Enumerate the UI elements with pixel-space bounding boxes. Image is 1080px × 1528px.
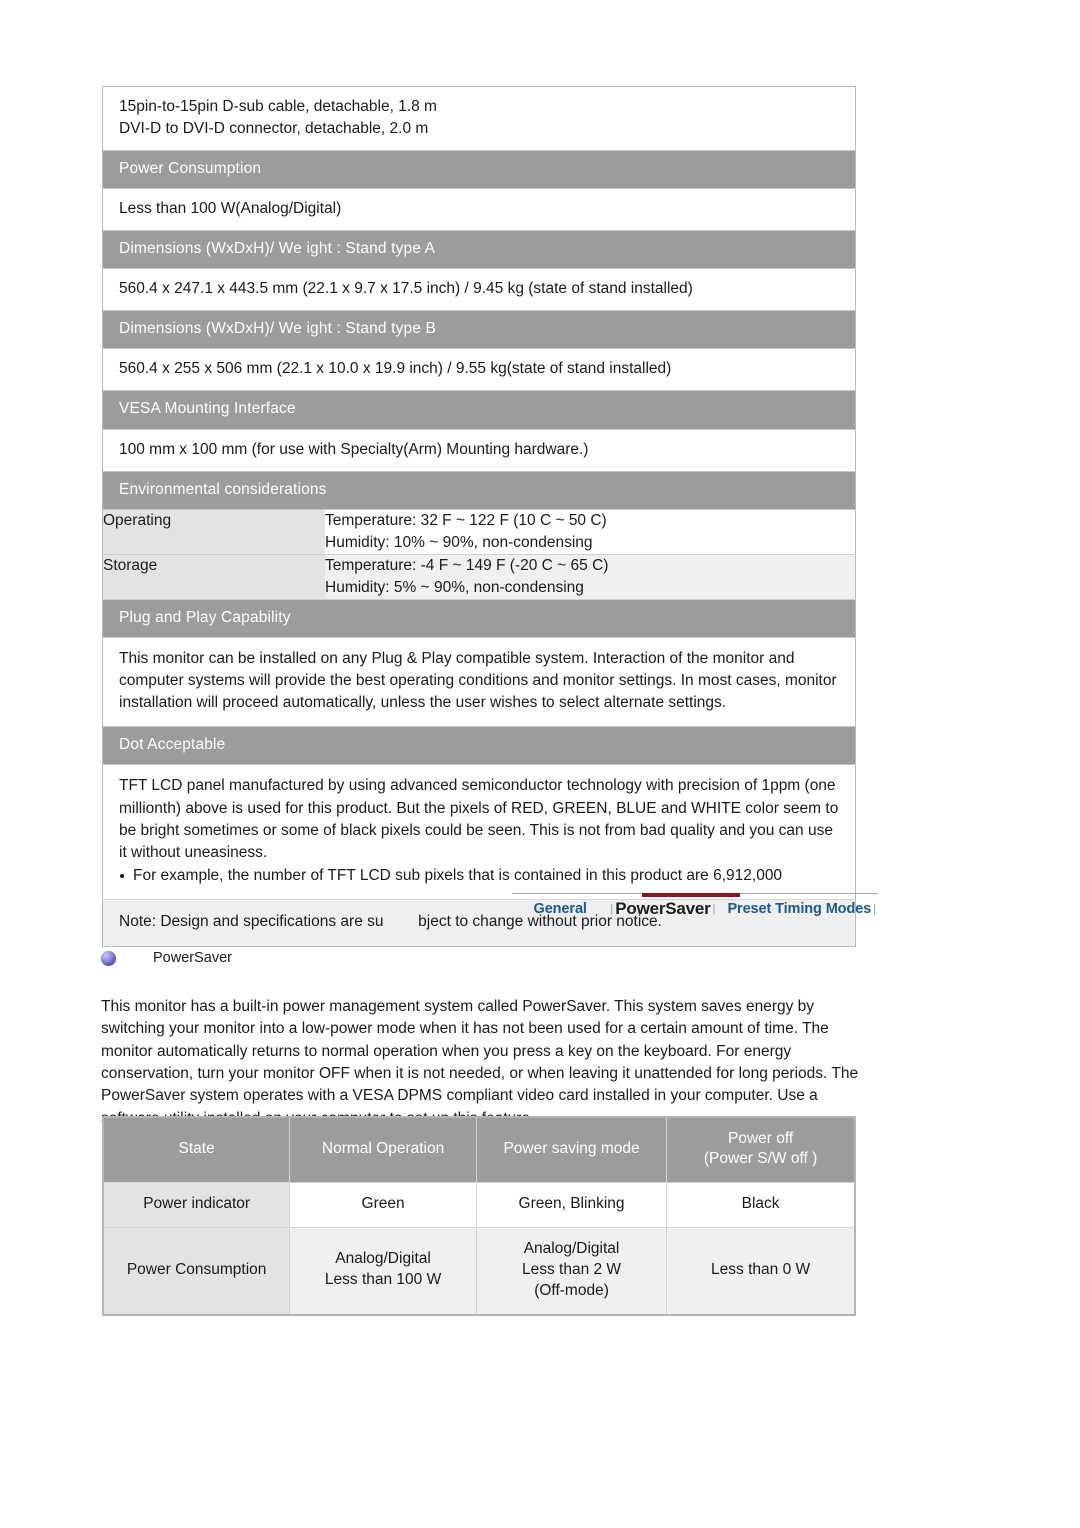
operating-label: Operating xyxy=(102,509,325,555)
operating-humidity: Humidity: 10% ~ 90%, non-condensing xyxy=(325,533,593,551)
cell-line: Less than 2 W xyxy=(521,1260,622,1278)
document-page: 15pin-to-15pin D-sub cable, detachable, … xyxy=(0,0,1080,1528)
specifications-table: 15pin-to-15pin D-sub cable, detachable, … xyxy=(102,86,856,947)
powersaver-intro-paragraph: This monitor has a built-in power manage… xyxy=(101,998,859,1127)
column-header-state: State xyxy=(103,1117,291,1183)
table-row: Plug and Play Capability xyxy=(102,598,856,638)
table-header-row: State Normal Operation Power saving mode… xyxy=(103,1117,855,1183)
section-header-power-consumption: Power Consumption xyxy=(102,149,856,190)
storage-temperature: Temperature: -4 F ~ 149 F (-20 C ~ 65 C) xyxy=(325,556,609,574)
sphere-bullet-icon xyxy=(101,950,116,966)
table-row: Environmental considerations xyxy=(102,470,856,510)
operating-value: Temperature: 32 F ~ 122 F (10 C ~ 50 C) … xyxy=(325,509,856,555)
column-header-power-off-line-1: Power off xyxy=(727,1130,794,1147)
table-row: Storage Temperature: -4 F ~ 149 F (-20 C… xyxy=(102,554,856,600)
table-row: This monitor can be installed on any Plu… xyxy=(102,637,856,727)
section-header-dot-acceptable: Dot Acceptable xyxy=(102,726,856,766)
bullet-dot-icon xyxy=(120,874,124,879)
table-row: Dimensions (WxDxH)/ We ight : Stand type… xyxy=(102,230,856,270)
section-header-dimensions-b: Dimensions (WxDxH)/ We ight : Stand type… xyxy=(102,310,856,350)
dot-acceptable-bullet-text: For example, the number of TFT LCD sub p… xyxy=(133,867,783,885)
tab-list: General | PowerSaver | Preset Timing Mod… xyxy=(512,899,878,919)
cable-spec-cell: 15pin-to-15pin D-sub cable, detachable, … xyxy=(102,86,856,151)
table-row: 560.4 x 247.1 x 443.5 mm (22.1 x 9.7 x 1… xyxy=(102,268,856,311)
section-header-vesa: VESA Mounting Interface xyxy=(102,390,856,430)
cell-power-indicator-saving: Green, Blinking xyxy=(476,1181,668,1228)
section-heading-powersaver: PowerSaver xyxy=(101,950,232,966)
cell-line: Analog/Digital xyxy=(523,1239,620,1257)
table-row: Power Consumption Analog/Digital Less th… xyxy=(103,1226,855,1315)
table-row: 560.4 x 255 x 506 mm (22.1 x 10.0 x 19.9… xyxy=(102,348,856,391)
powersaver-table: State Normal Operation Power saving mode… xyxy=(102,1116,856,1316)
power-consumption-value: Less than 100 W(Analog/Digital) xyxy=(102,188,856,231)
tab-separator: | xyxy=(610,903,614,915)
tab-preset-timing-modes[interactable]: Preset Timing Modes xyxy=(717,901,871,917)
cell-power-consumption-normal: Analog/Digital Less than 100 W xyxy=(289,1226,477,1315)
table-row: TFT LCD panel manufactured by using adva… xyxy=(102,764,856,900)
storage-label: Storage xyxy=(102,554,325,600)
tab-separator: | xyxy=(712,903,716,915)
table-row: Power Consumption xyxy=(102,149,856,190)
cell-line: (Off-mode) xyxy=(534,1281,609,1299)
table-row: Operating Temperature: 32 F ~ 122 F (10 … xyxy=(102,509,856,555)
dimensions-b-value: 560.4 x 255 x 506 mm (22.1 x 10.0 x 19.9… xyxy=(102,348,856,391)
dot-acceptable-bullet-item: For example, the number of TFT LCD sub p… xyxy=(119,865,839,887)
cell-power-consumption-saving: Analog/Digital Less than 2 W (Off-mode) xyxy=(476,1226,668,1315)
cell-line: Less than 100 W xyxy=(324,1271,442,1289)
table-row: Power indicator Green Green, Blinking Bl… xyxy=(103,1181,855,1228)
section-header-plug-and-play: Plug and Play Capability xyxy=(102,598,856,638)
dimensions-a-value: 560.4 x 247.1 x 443.5 mm (22.1 x 9.7 x 1… xyxy=(102,268,856,311)
column-header-power-off: Power off (Power S/W off ) xyxy=(666,1117,855,1183)
column-header-power-saving-mode: Power saving mode xyxy=(476,1117,668,1183)
operating-temperature: Temperature: 32 F ~ 122 F (10 C ~ 50 C) xyxy=(325,511,607,529)
tab-general[interactable]: General xyxy=(512,901,608,917)
column-header-normal-operation: Normal Operation xyxy=(289,1117,477,1183)
note-text-part-1: Note: Design and specifications are su xyxy=(119,913,384,931)
section-header-environmental: Environmental considerations xyxy=(102,470,856,510)
table-row: 15pin-to-15pin D-sub cable, detachable, … xyxy=(102,86,856,151)
storage-humidity: Humidity: 5% ~ 90%, non-condensing xyxy=(325,578,584,596)
table-row: 100 mm x 100 mm (for use with Specialty(… xyxy=(102,429,856,472)
vesa-value: 100 mm x 100 mm (for use with Specialty(… xyxy=(102,429,856,472)
cell-line: Analog/Digital xyxy=(335,1250,431,1268)
cell-power-indicator-normal: Green xyxy=(289,1181,477,1228)
column-header-power-off-line-2: (Power S/W off ) xyxy=(703,1150,818,1168)
storage-value: Temperature: -4 F ~ 149 F (-20 C ~ 65 C)… xyxy=(325,554,856,600)
dot-acceptable-cell: TFT LCD panel manufactured by using adva… xyxy=(102,764,856,900)
tab-navigation: General | PowerSaver | Preset Timing Mod… xyxy=(512,893,878,925)
table-row: Dot Acceptable xyxy=(102,726,856,766)
cell-power-consumption-off: Less than 0 W xyxy=(666,1226,855,1315)
table-row: VESA Mounting Interface xyxy=(102,390,856,430)
active-tab-indicator xyxy=(642,893,740,897)
row-label-power-indicator: Power indicator xyxy=(103,1181,291,1228)
section-heading-label: PowerSaver xyxy=(153,950,232,966)
table-row: Less than 100 W(Analog/Digital) xyxy=(102,188,856,231)
dot-acceptable-body: TFT LCD panel manufactured by using adva… xyxy=(119,777,839,861)
cable-spec-line-2: DVI-D to DVI-D connector, detachable, 2.… xyxy=(119,120,429,137)
section-header-dimensions-a: Dimensions (WxDxH)/ We ight : Stand type… xyxy=(102,230,856,270)
table-row: Dimensions (WxDxH)/ We ight : Stand type… xyxy=(102,310,856,350)
tab-separator: | xyxy=(873,903,876,915)
tab-powersaver[interactable]: PowerSaver xyxy=(615,899,711,919)
row-label-power-consumption: Power Consumption xyxy=(103,1226,291,1315)
cable-spec-line-1: 15pin-to-15pin D-sub cable, detachable, … xyxy=(119,98,437,115)
cell-power-indicator-off: Black xyxy=(666,1181,855,1228)
plug-and-play-body: This monitor can be installed on any Plu… xyxy=(102,637,856,727)
